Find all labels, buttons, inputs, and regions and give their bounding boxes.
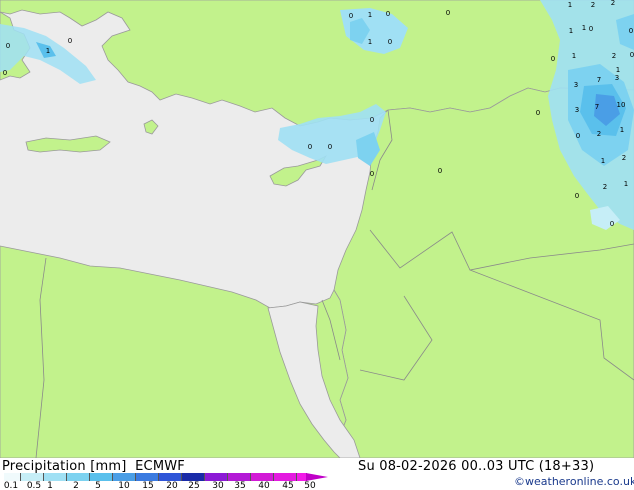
scale-swatch: [67, 473, 90, 481]
precip-value: 10: [617, 101, 626, 109]
scale-swatch: [44, 473, 67, 481]
run-info: Su 08-02-2026 00..03 UTC (18+33): [358, 459, 595, 474]
precip-value: 0: [629, 27, 633, 35]
scale-tick-label: 1: [47, 481, 53, 490]
precip-value: 1: [368, 11, 372, 19]
scale-swatch: [228, 473, 251, 481]
precip-value: 2: [611, 0, 615, 7]
precip-value: 3: [615, 74, 619, 82]
precip-value: 3: [575, 106, 579, 114]
precip-value: 1: [601, 157, 605, 165]
precip-value: 2: [597, 130, 601, 138]
map-title: Precipitation [mm] ECMWF: [2, 460, 185, 473]
scale-swatch: [136, 473, 159, 481]
precip-value: 1: [46, 47, 50, 55]
precip-value: 1: [582, 24, 586, 32]
credit-link[interactable]: ©weatheronline.co.uk: [514, 475, 634, 488]
scale-swatch: [251, 473, 274, 481]
precip-value: 0: [328, 143, 332, 151]
precip-value: 0: [370, 116, 374, 124]
precip-value: 2: [612, 52, 616, 60]
scale-swatch: [90, 473, 113, 481]
precip-value: 0: [576, 132, 580, 140]
scale-swatch: [159, 473, 182, 481]
color-scale: [4, 473, 307, 481]
scale-swatch: [274, 473, 297, 481]
precip-value: 1: [569, 27, 573, 35]
scale-tick-label: 45: [282, 481, 294, 490]
precip-value: 0: [551, 55, 555, 63]
scale-tick-label: 50: [304, 481, 316, 490]
precip-value: 2: [603, 183, 607, 191]
weather-map-view: 0 1 0 0 1 0 0 1 0 1 2 2 1 0 0 0 1 2 0 1 1 0 0 0 0 0 3 7 3 3 7 10 0 0 2 1 1 2 0…: [0, 0, 634, 490]
color-scale-arrow: [306, 473, 328, 481]
precip-value: 7: [597, 76, 601, 84]
precip-value: 2: [591, 1, 595, 9]
model-name: ECMWF: [135, 459, 185, 474]
precip-value: 0: [3, 69, 7, 77]
precip-value: 1: [616, 66, 620, 74]
precip-value: 0: [388, 38, 392, 46]
scale-swatch: [182, 473, 205, 481]
title-text: Precipitation [mm]: [2, 459, 127, 474]
precip-value: 0: [536, 109, 540, 117]
scale-tick-label: 20: [166, 481, 178, 490]
color-scale-ticks: 0.1 0.5 1 2 5 10 15 20 25 30 35 40 45 50: [0, 482, 340, 490]
scale-tick-label: 5: [95, 481, 101, 490]
precip-value: 0: [438, 167, 442, 175]
precip-value: 0: [589, 25, 593, 33]
precip-value: 1: [620, 126, 624, 134]
precip-value: 0: [386, 10, 390, 18]
precip-value: 2: [622, 154, 626, 162]
scale-tick-label: 2: [73, 481, 79, 490]
scale-swatch: [113, 473, 136, 481]
precipitation-map: 0 1 0 01 00101 2 21 0 00 1 2 0110000 037 33 7 10002 11 20…: [0, 0, 634, 458]
precip-value: 1: [368, 38, 372, 46]
precip-value: 7: [595, 103, 599, 111]
precip-value: 0: [575, 192, 579, 200]
precip-value: 0: [630, 51, 634, 59]
precip-value: 1: [624, 180, 628, 188]
precip-value: 0: [68, 37, 72, 45]
scale-swatch: [205, 473, 228, 481]
scale-swatch: [4, 473, 21, 481]
scale-tick-label: 25: [188, 481, 200, 490]
scale-tick-label: 30: [212, 481, 224, 490]
precip-value: 1: [572, 52, 576, 60]
scale-tick-label: 40: [258, 481, 270, 490]
scale-tick-label: 15: [142, 481, 154, 490]
scale-tick-label: 0.5: [26, 481, 42, 490]
precip-value: 1: [568, 1, 572, 9]
precip-value: 0: [446, 9, 450, 17]
scale-tick-label: 35: [234, 481, 246, 490]
precip-value: 0: [610, 220, 614, 228]
precip-value: 0: [6, 42, 10, 50]
scale-tick-label: 0.1: [3, 481, 19, 490]
legend-footer: Precipitation [mm] ECMWF Su 08-02-2026 0…: [0, 458, 634, 490]
precip-value: 0: [308, 143, 312, 151]
precip-value: 0: [349, 12, 353, 20]
scale-tick-label: 10: [118, 481, 130, 490]
precip-value: 0: [370, 170, 374, 178]
precip-value: 3: [574, 81, 578, 89]
scale-swatch: [21, 473, 44, 481]
